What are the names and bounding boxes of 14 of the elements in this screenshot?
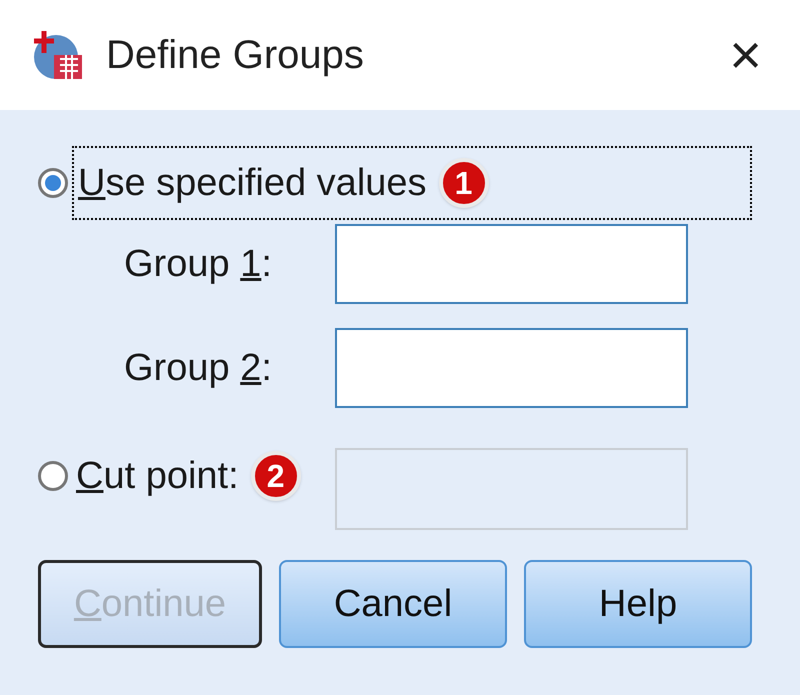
close-button[interactable]: × <box>721 27 770 83</box>
option-text: Use specified values <box>78 160 427 206</box>
group-field[interactable] <box>335 224 688 304</box>
radio-button[interactable] <box>38 168 68 198</box>
number-badge: 2 <box>250 451 301 501</box>
radio-button[interactable] <box>38 461 68 491</box>
dialog-button[interactable]: Help <box>524 560 752 648</box>
group-label: Group 1: <box>123 242 273 286</box>
option-text: Cut point: <box>76 454 239 498</box>
group-label: Group 2: <box>123 346 273 390</box>
group-field[interactable] <box>335 328 688 408</box>
number-badge: 1 <box>438 158 489 208</box>
dialog-button[interactable]: Cancel <box>279 560 507 648</box>
window-title: Define Groups <box>106 32 364 79</box>
